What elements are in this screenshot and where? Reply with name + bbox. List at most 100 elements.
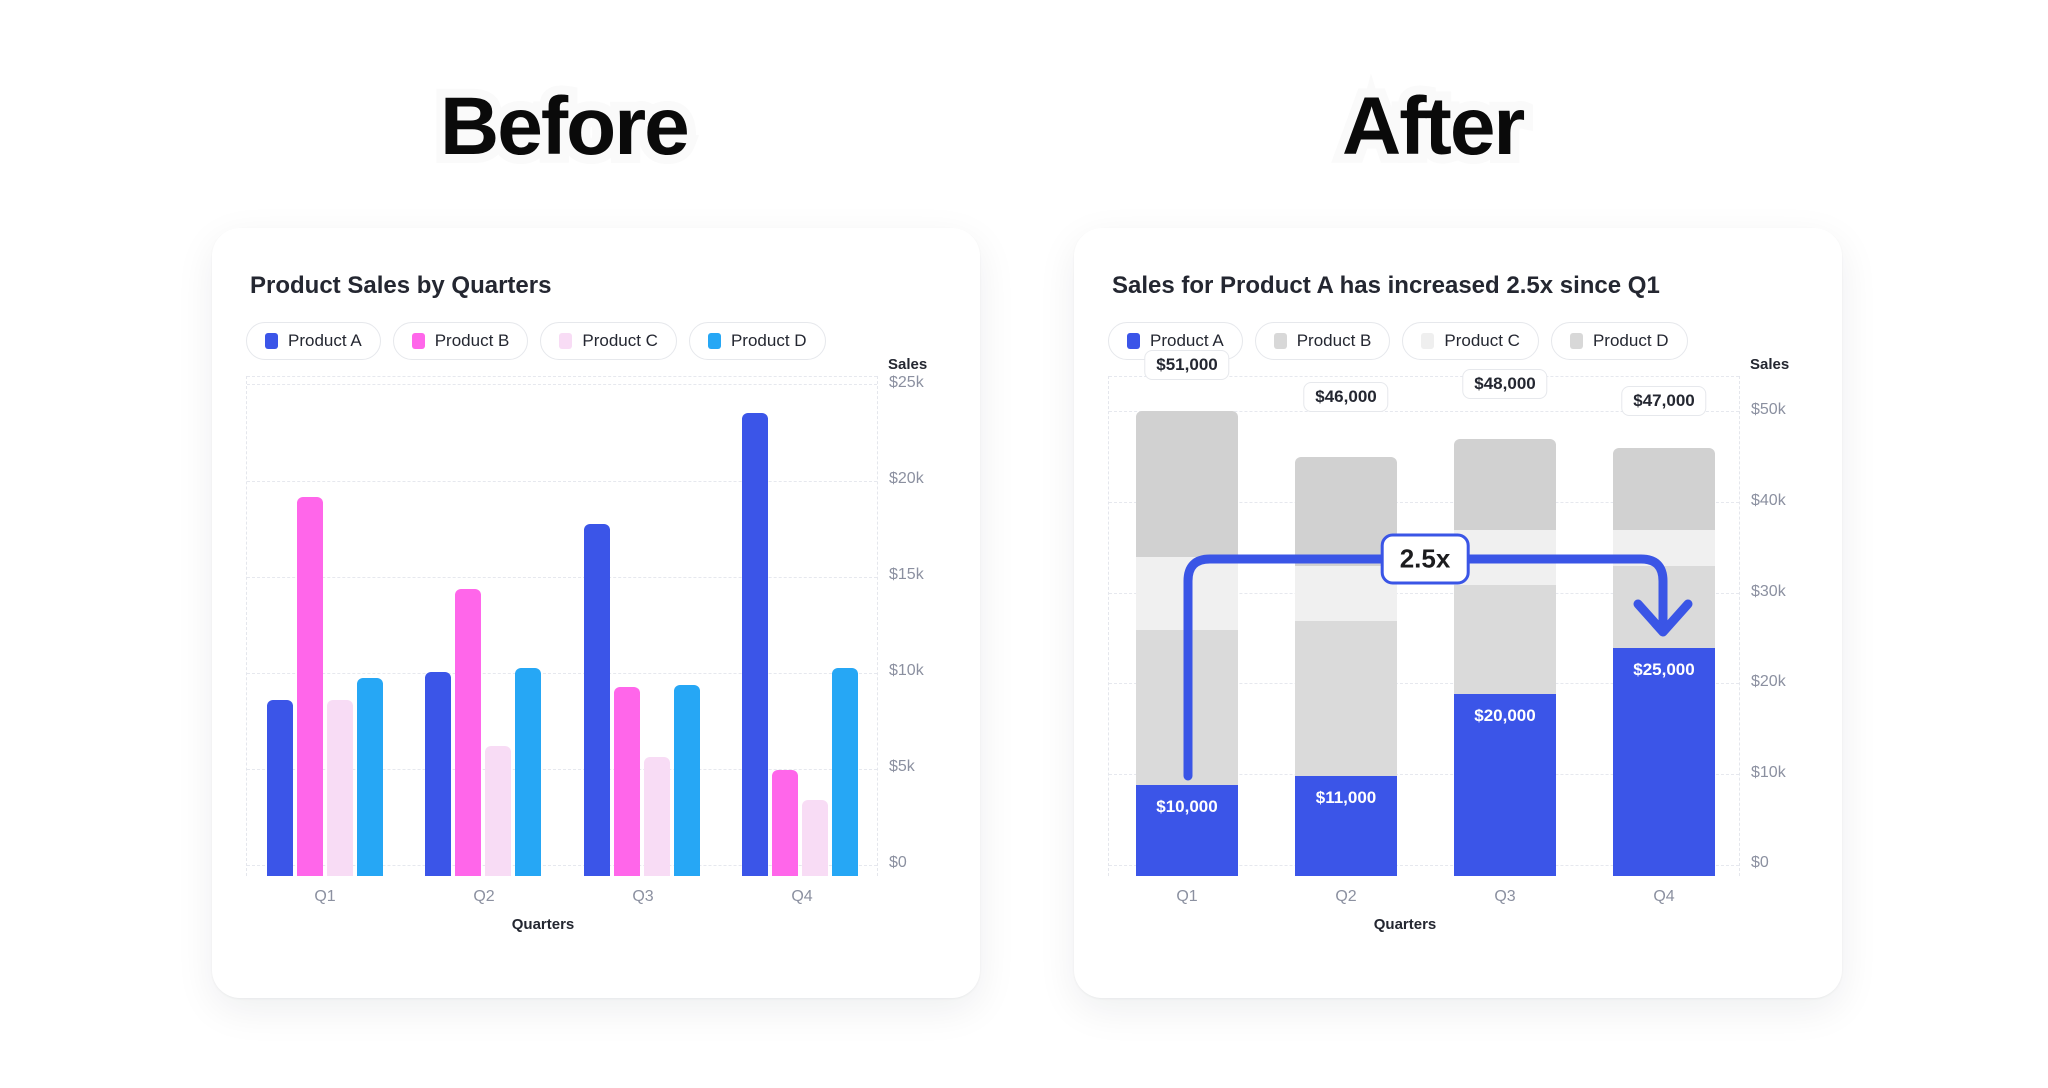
legend-swatch-icon [265,333,278,349]
segment-value-label: $25,000 [1633,660,1695,679]
legend-label: Product C [1444,331,1520,350]
legend-label: Product D [730,331,807,350]
legend-item-product-b[interactable]: Product B [1254,322,1391,360]
bar-product-b[interactable] [614,687,640,876]
before-legend: Product A Product B Product C Product D [246,322,826,360]
segment-product-c[interactable] [1136,557,1238,630]
x-tick-label: Q2 [473,888,495,905]
bar-product-d[interactable] [357,678,383,876]
legend-item-product-a[interactable]: Product A [246,322,381,360]
bar-group-q1 [267,497,383,876]
bar-product-a[interactable] [742,413,768,876]
y-tick-label: $5k [889,758,915,775]
before-chart-card: Product Sales by Quarters Product A Prod… [212,228,980,998]
stacked-bar-q2: $11,000 [1295,457,1397,876]
bar-product-d[interactable] [832,668,858,876]
legend-label: Product A [288,331,362,350]
comparison-stage: Before After Product Sales by Quarters P… [0,0,2048,1088]
y-tick-label: $0 [1751,854,1769,871]
x-tick-label: Q4 [1653,888,1675,905]
segment-value-label: $11,000 [1315,788,1377,807]
segment-product-b[interactable] [1613,566,1715,648]
legend-swatch-icon [1569,333,1583,349]
legend-label: Product D [1592,331,1669,350]
bar-product-b[interactable] [455,589,481,876]
after-x-axis-title: Quarters [1373,916,1437,933]
stacked-bar-q4: $25,000 [1613,448,1715,876]
after-heading: After [1333,77,1534,177]
x-tick-label: Q3 [1494,888,1516,905]
segment-product-b[interactable] [1295,621,1397,776]
gridline [247,384,877,385]
x-tick-label: Q4 [791,888,813,905]
segment-product-a[interactable]: $20,000 [1454,694,1556,876]
bar-product-c[interactable] [327,700,353,876]
total-badge-q2: $46,000 [1303,382,1389,412]
legend-item-product-d[interactable]: Product D [1550,322,1688,360]
y-tick-label: $20k [1751,673,1786,690]
bar-product-b[interactable] [297,497,323,876]
y-tick-label: $50k [1751,401,1786,418]
y-tick-label: $30k [1751,583,1786,600]
bar-product-c[interactable] [802,800,828,876]
bar-product-a[interactable] [584,524,610,876]
total-badge-q1: $51,000 [1144,350,1230,380]
legend-swatch-icon [707,333,721,349]
x-tick-label: Q2 [1335,888,1357,905]
after-chart-card: Sales for Product A has increased 2.5x s… [1074,228,1842,998]
stacked-bar-q1: $10,000 [1136,411,1238,876]
total-badge-q4: $47,000 [1621,386,1707,416]
total-badge-q3: $48,000 [1462,369,1548,399]
y-tick-label: $25k [889,374,924,391]
segment-product-d[interactable] [1613,448,1715,530]
legend-label: Product B [434,331,510,350]
y-tick-label: $10k [1751,764,1786,781]
bar-product-c[interactable] [644,757,670,876]
y-tick-label: $20k [889,470,924,487]
segment-product-c[interactable] [1613,530,1715,566]
segment-product-a[interactable]: $11,000 [1295,776,1397,876]
legend-swatch-icon [1127,333,1140,349]
segment-product-b[interactable] [1136,630,1238,785]
segment-product-b[interactable] [1454,585,1556,694]
x-tick-label: Q3 [632,888,654,905]
before-y-axis-title: Sales [888,356,928,373]
bar-product-a[interactable] [267,700,293,876]
gridline [247,376,877,377]
segment-value-label: $10,000 [1156,797,1218,816]
y-tick-label: $10k [889,662,924,679]
bar-product-b[interactable] [772,770,798,876]
bar-group-q3 [584,524,700,876]
after-plot-area: $50k $40k $30k $20k $10k $0 $10,000 $51,… [1108,350,1786,933]
legend-item-product-b[interactable]: Product B [392,322,529,360]
after-y-axis-title: Sales [1750,356,1790,373]
legend-swatch-icon [1421,333,1435,349]
bar-group-q2 [425,589,541,876]
legend-label: Product B [1296,331,1372,350]
bar-product-d[interactable] [674,685,700,876]
x-tick-label: Q1 [1176,888,1198,905]
segment-product-d[interactable] [1454,439,1556,530]
after-chart-title: Sales for Product A has increased 2.5x s… [1112,272,1660,299]
x-tick-label: Q1 [314,888,336,905]
bar-product-d[interactable] [515,668,541,876]
legend-item-product-c[interactable]: Product C [540,322,677,360]
bar-group-q4 [742,413,858,876]
growth-multiplier-badge: 2.5x [1380,533,1470,585]
before-heading: Before [431,77,699,177]
bar-product-c[interactable] [485,746,511,876]
legend-label: Product A [1150,331,1224,350]
segment-product-d[interactable] [1136,411,1238,557]
bar-product-a[interactable] [425,672,451,876]
before-plot-area: $25k $20k $15k $10k $5k $0 Q1 Q2 Q3 Q4 Q… [246,374,924,933]
segment-product-a[interactable]: $25,000 [1613,648,1715,876]
legend-swatch-icon [1273,333,1287,349]
segment-product-a[interactable]: $10,000 [1136,785,1238,876]
stacked-bar-q3: $20,000 [1454,439,1556,876]
legend-label: Product C [582,331,658,350]
legend-item-product-d[interactable]: Product D [688,322,826,360]
segment-value-label: $20,000 [1474,706,1536,725]
legend-swatch-icon [411,333,425,349]
before-chart-title: Product Sales by Quarters [250,272,552,299]
legend-item-product-c[interactable]: Product C [1402,322,1539,360]
